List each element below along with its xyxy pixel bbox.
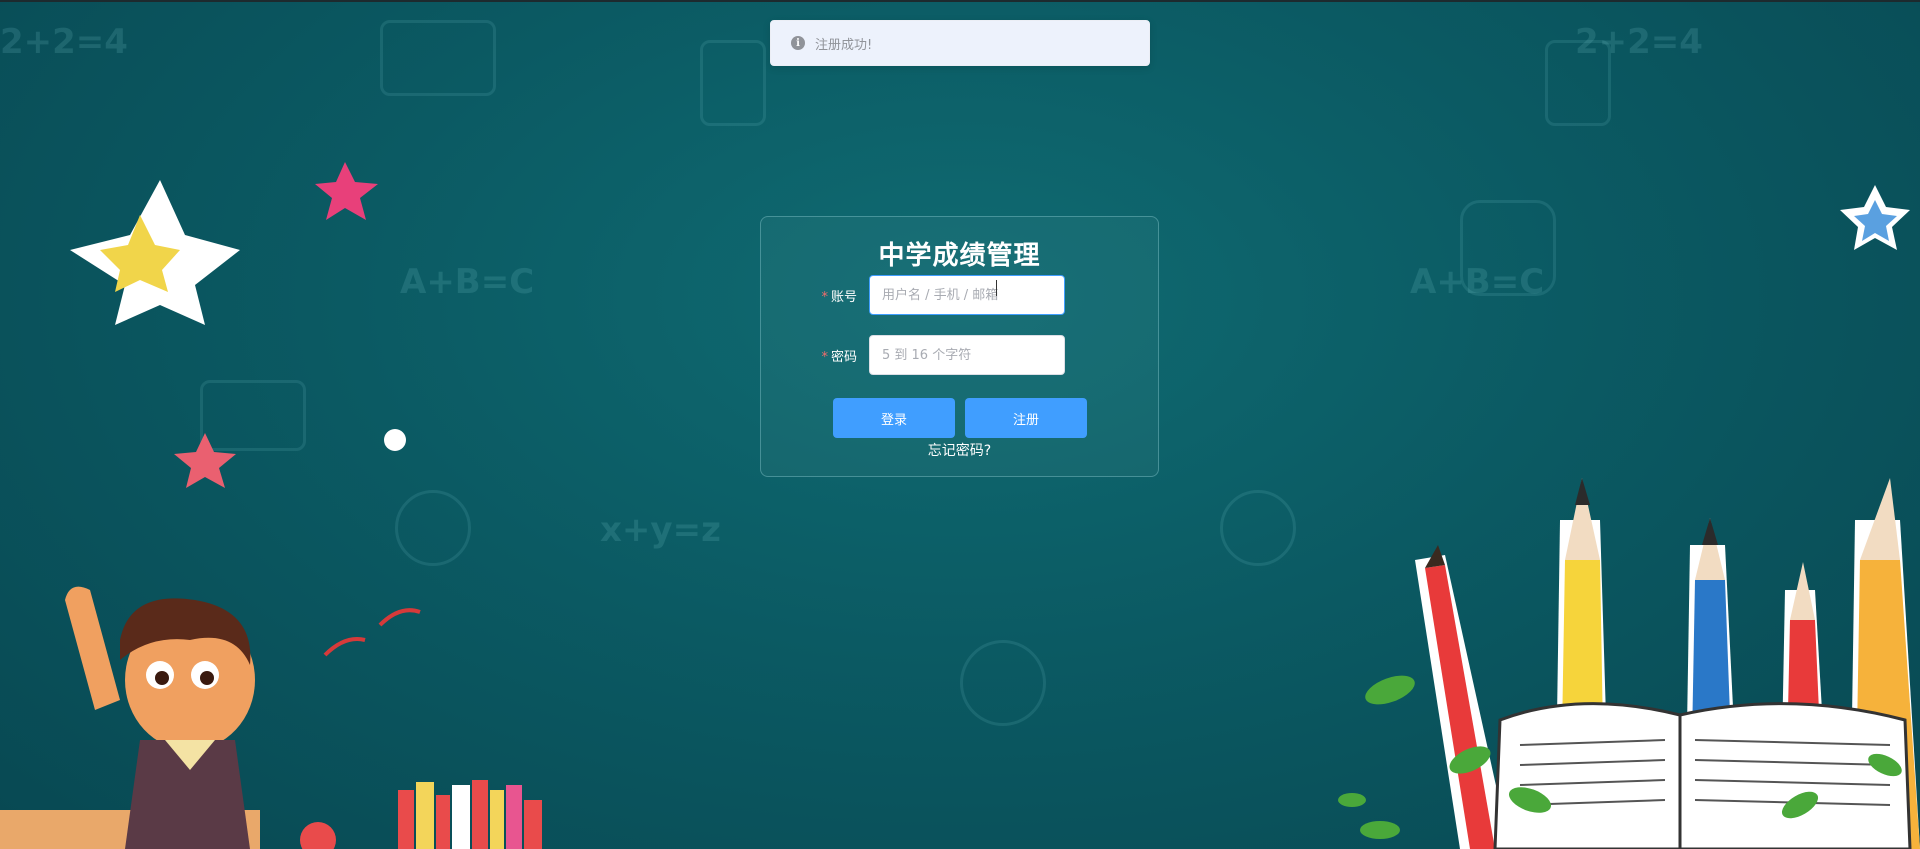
password-label: * 密码: [761, 346, 869, 365]
login-title: 中学成绩管理: [878, 241, 1041, 271]
login-button[interactable]: 登录: [833, 398, 955, 438]
toast-message: 注册成功!: [815, 37, 873, 53]
register-button[interactable]: 注册: [965, 398, 1087, 438]
account-input[interactable]: [869, 275, 1065, 315]
required-asterisk: *: [821, 349, 828, 365]
account-row: * 账号: [761, 275, 1065, 315]
books-illustration: [300, 780, 542, 849]
account-label-text: 账号: [830, 289, 857, 305]
password-row: * 密码: [761, 335, 1065, 375]
child-illustration: [0, 586, 260, 849]
star-icon: [315, 162, 378, 220]
text-cursor-icon: [996, 280, 999, 296]
info-icon: i: [791, 36, 805, 50]
star-icon: [174, 433, 236, 488]
account-label: * 账号: [761, 286, 869, 305]
password-label-text: 密码: [830, 349, 857, 365]
password-input[interactable]: [869, 335, 1065, 375]
forgot-password-link[interactable]: 忘记密码?: [761, 440, 1158, 460]
success-toast: i 注册成功!: [770, 20, 1150, 66]
login-card: 中学成绩管理 *账号 *密码 登录 注册 忘记密码?: [760, 216, 1159, 477]
watermark: CSDN @m0_73244011: [1748, 827, 1908, 843]
required-asterisk: *: [821, 289, 828, 305]
